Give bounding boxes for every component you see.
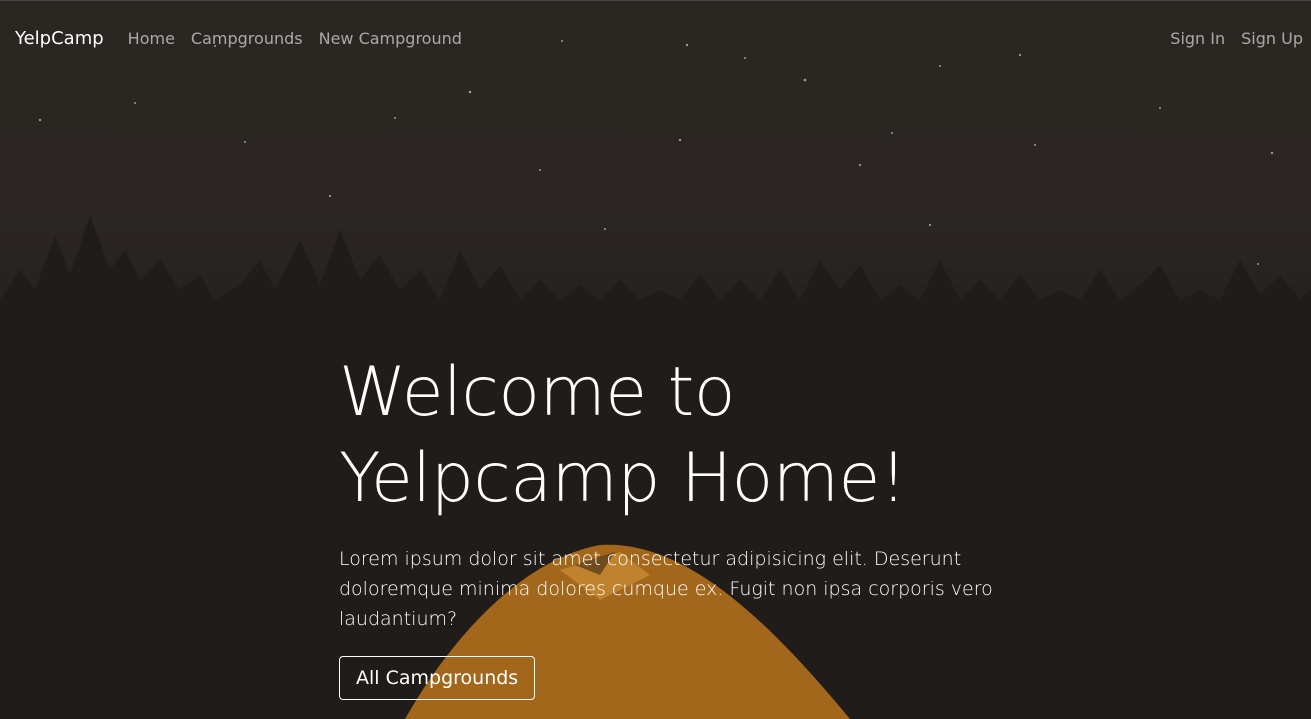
lead-paragraph: Lorem ipsum dolor sit amet consectetur a… [339,548,993,630]
nav-link-campgrounds[interactable]: Campgrounds [191,29,303,48]
all-campgrounds-button[interactable]: All Campgrounds [339,656,536,700]
nav-link-home[interactable]: Home [128,29,175,48]
top-navbar: YelpCamp Home Campgrounds New Campground… [0,0,1311,76]
brand-logo-link[interactable]: YelpCamp [15,28,104,49]
nav-links: Home Campgrounds New Campground [128,29,462,48]
nav-link-new-campground[interactable]: New Campground [319,29,462,48]
sign-in-link[interactable]: Sign In [1170,29,1225,48]
auth-links: Sign In Sign Up [1170,29,1303,48]
hero-content: Welcome to Yelpcamp Home! Lorem ipsum do… [339,350,1019,700]
title-line-2: Yelpcamp Home! [339,439,907,518]
title-line-1: Welcome to [339,353,735,432]
page-title: Welcome to Yelpcamp Home! [339,350,1019,522]
sign-up-link[interactable]: Sign Up [1241,29,1303,48]
